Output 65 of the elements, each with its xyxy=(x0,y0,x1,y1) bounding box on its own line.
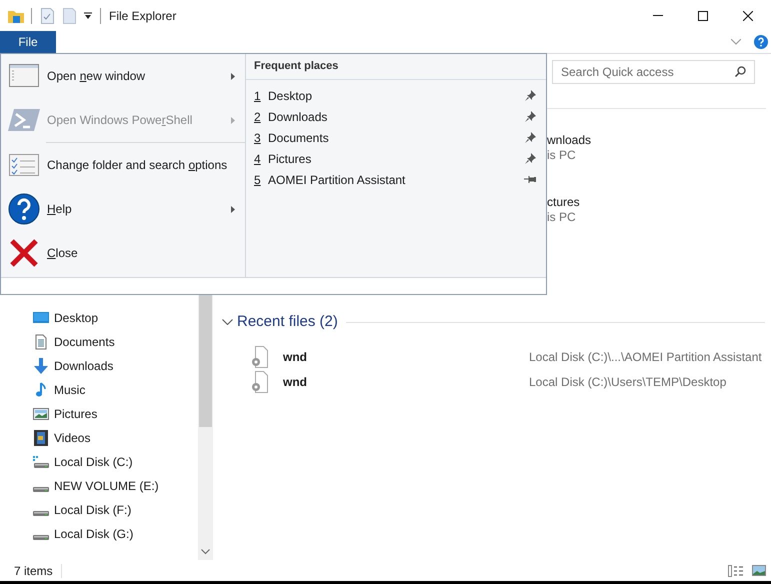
folder-name: wnloads xyxy=(547,133,592,148)
chevron-down-icon[interactable] xyxy=(201,549,210,555)
maximize-icon xyxy=(698,10,708,20)
document-icon xyxy=(33,334,49,350)
file-name: wnd xyxy=(283,374,308,391)
picture-icon xyxy=(33,406,49,422)
file-location: Local Disk (C:)\...\AOMEI Partition Assistant xyxy=(529,349,762,366)
gear-file-icon xyxy=(251,346,268,368)
frequent-place-item[interactable]: 2 Downloads xyxy=(246,106,546,127)
folder-location: is PC xyxy=(547,148,577,163)
gear-file-icon xyxy=(251,371,268,393)
film-icon xyxy=(33,430,49,446)
nav-item[interactable]: Music xyxy=(0,378,198,402)
file-location: Local Disk (C:)\Users\TEMP\Desktop xyxy=(529,374,726,391)
minimize-icon xyxy=(652,15,662,16)
dropdown-icon[interactable] xyxy=(84,12,92,20)
frequent-place-item[interactable]: 4 Pictures xyxy=(246,148,546,169)
nav-item[interactable]: Local Disk (F:) xyxy=(0,498,198,522)
pin-icon[interactable] xyxy=(525,90,536,101)
pin-icon[interactable] xyxy=(524,176,536,183)
monitor-icon xyxy=(33,310,49,326)
drive-icon xyxy=(33,510,49,516)
close-icon xyxy=(8,237,40,269)
nav-item[interactable]: Local Disk (C:) xyxy=(0,450,198,474)
folder-name: ctures xyxy=(547,195,581,210)
nav-item[interactable]: Desktop xyxy=(0,306,198,330)
nav-item[interactable]: Pictures xyxy=(0,402,198,426)
pin-icon[interactable] xyxy=(525,153,536,164)
drive-icon xyxy=(33,486,49,492)
down-arrow-icon xyxy=(33,358,49,374)
menu-item[interactable]: Open new window xyxy=(1,54,245,98)
nav-item[interactable]: Videos xyxy=(0,426,198,450)
window-title: File Explorer xyxy=(109,8,176,24)
help-icon[interactable] xyxy=(754,35,768,49)
menu-item[interactable]: Help xyxy=(1,187,245,231)
pin-icon[interactable] xyxy=(525,132,536,143)
nav-item[interactable]: Documents xyxy=(0,330,198,354)
folder-location: is PC xyxy=(547,210,577,225)
large-icons-view-icon[interactable] xyxy=(752,565,766,576)
details-view-icon[interactable] xyxy=(728,564,744,576)
nav-item[interactable]: NEW VOLUME (E:) xyxy=(0,474,198,498)
search-field[interactable]: Search Quick access xyxy=(552,60,755,84)
drive-icon xyxy=(33,534,49,540)
menu-item[interactable]: Close xyxy=(1,231,245,275)
chevron-icon[interactable] xyxy=(222,319,233,326)
nav-item[interactable]: Downloads xyxy=(0,354,198,378)
close-icon xyxy=(743,10,753,20)
nav-item[interactable]: Local Disk (G:) xyxy=(0,522,198,546)
section-header[interactable]: Recent files (2) xyxy=(237,311,338,334)
drive-icon xyxy=(33,454,49,470)
recent-file-row[interactable]: wnd Local Disk (C:)\...\AOMEI Partition Assistant xyxy=(222,344,771,370)
file-tab[interactable]: File xyxy=(0,31,56,53)
frequent-place-item[interactable]: 1 Desktop xyxy=(246,85,546,106)
checkmark-document-icon[interactable] xyxy=(41,8,54,24)
search-icon[interactable] xyxy=(735,66,746,77)
menu-item[interactable]: Change folder and search options xyxy=(1,143,245,187)
frequent-place-item[interactable]: 3 Documents xyxy=(246,127,546,148)
chevron-down-icon[interactable] xyxy=(731,39,741,45)
section-title: Frequent places xyxy=(254,59,338,74)
help-icon xyxy=(8,193,40,225)
recent-file-row[interactable]: wnd Local Disk (C:)\Users\TEMP\Desktop xyxy=(222,370,771,394)
file-name: wnd xyxy=(283,349,308,366)
item-count: 7 items xyxy=(14,562,53,580)
pin-icon[interactable] xyxy=(525,111,536,122)
frequent-place-item[interactable]: 5 AOMEI Partition Assistant xyxy=(246,169,546,190)
